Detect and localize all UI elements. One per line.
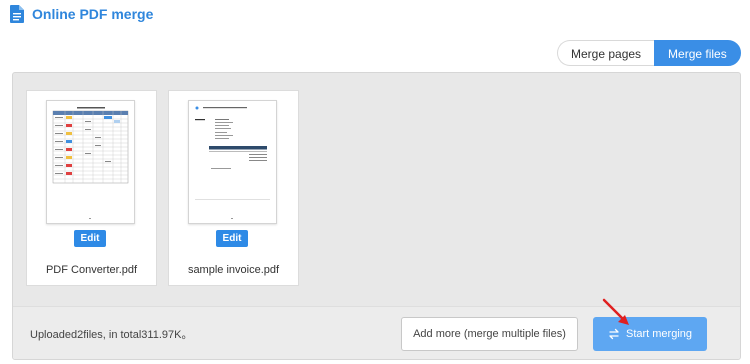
merge-pages-button[interactable]: Merge pages [557,40,655,66]
file-thumbnail [188,100,277,224]
file-name: sample invoice.pdf [187,264,280,276]
add-more-button[interactable]: Add more (merge multiple files) [401,317,578,351]
start-merging-label: Start merging [625,328,693,340]
page-title: Online PDF merge [32,6,154,22]
pdf-converter-page-preview [52,107,129,219]
sample-invoice-page-preview [195,106,270,219]
edit-button[interactable]: Edit [216,230,248,247]
page-header: Online PDF merge [10,4,153,24]
file-card[interactable]: Edit PDF Converter.pdf [26,90,157,286]
merge-files-button[interactable]: Merge files [654,40,741,66]
swap-icon [609,328,619,340]
merge-mode-toggle: Merge pages Merge files [557,40,741,66]
upload-summary: Uploaded2files, in total311.97K。 [30,329,193,341]
file-card[interactable]: Edit sample invoice.pdf [168,90,299,286]
document-icon [10,5,24,23]
edit-button[interactable]: Edit [74,230,106,247]
annotation-arrow-icon [602,298,629,325]
pdf-merge-page: Online PDF merge Merge pages Merge files [0,0,750,364]
file-thumbnail [46,100,135,224]
file-name: PDF Converter.pdf [45,264,138,276]
